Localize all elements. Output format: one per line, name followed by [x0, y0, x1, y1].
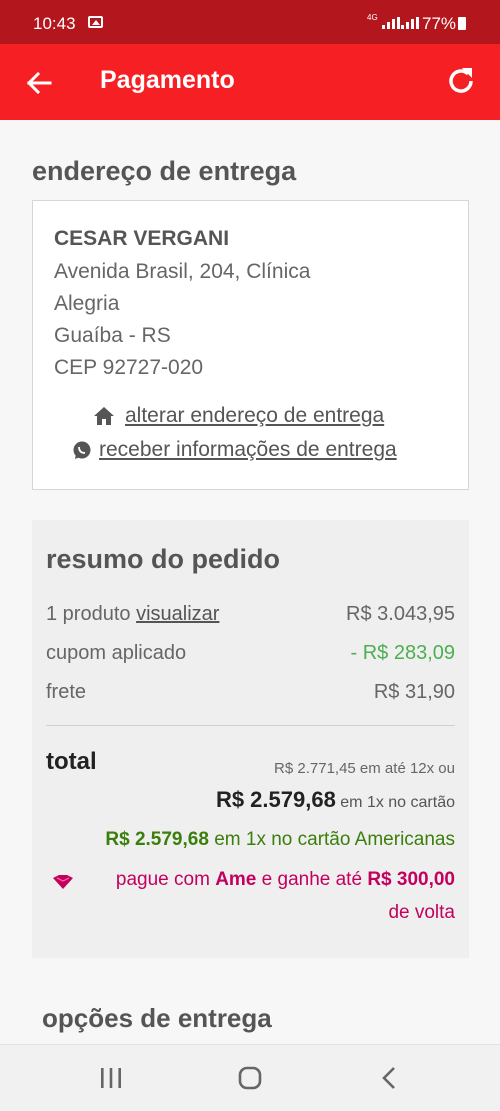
recipient-name: CESAR VERGANI — [54, 227, 230, 250]
ame-heart-icon — [53, 875, 73, 889]
total-suffix: em 1x no cartão — [340, 794, 455, 811]
back-button-icon[interactable] — [375, 1065, 405, 1091]
shipping-value: R$ 31,90 — [373, 681, 455, 703]
view-products-link[interactable]: visualizar — [136, 603, 219, 625]
ame-suffix: de volta — [388, 902, 455, 923]
address-line: Guaíba - RS — [54, 324, 171, 347]
summary-divider — [46, 725, 455, 726]
delivery-info-link[interactable]: receber informações de entrega — [99, 438, 397, 462]
americanas-card-line: R$ 2.579,68 em 1x no cartão Americanas — [105, 829, 455, 851]
shipping-label: frete — [46, 681, 87, 703]
gallery-notification-icon — [88, 16, 103, 28]
battery-icon — [458, 17, 466, 30]
installments-text: R$ 2.771,45 em até 12x ou — [274, 760, 455, 777]
ame-amount: R$ 300,00 — [367, 869, 455, 890]
products-count: 1 produto — [46, 603, 131, 625]
home-button-icon[interactable] — [235, 1065, 265, 1091]
total-label: total — [46, 748, 97, 775]
order-summary-title: resumo do pedido — [46, 544, 281, 574]
page-title: Pagamento — [100, 66, 235, 94]
total-amount: R$ 2.579,68 — [215, 787, 336, 812]
status-time: 10:43 — [33, 14, 76, 33]
coupon-label: cupom aplicado — [46, 642, 187, 664]
address-line: Avenida Brasil, 204, Clínica — [54, 260, 311, 283]
address-card: CESAR VERGANI Avenida Brasil, 204, Clíni… — [32, 200, 469, 490]
order-summary-card: resumo do pedido 1 produto visualizar R$… — [32, 520, 469, 958]
coupon-value: - R$ 283,09 — [350, 642, 455, 664]
total-price-line: R$ 2.579,68 em 1x no cartão — [216, 787, 455, 813]
whatsapp-icon — [73, 441, 91, 459]
app-bar: Pagamento — [0, 44, 500, 120]
status-bar: 10:43 4G 77% — [0, 0, 500, 44]
signal-icon-2 — [401, 17, 419, 29]
ame-cashback-line: pague com Ame e ganhe até R$ 300,00 — [116, 869, 455, 891]
ame-prefix: pague com — [115, 869, 210, 890]
address-line: Alegria — [54, 292, 120, 315]
americanas-amount: R$ 2.579,68 — [105, 829, 209, 850]
address-postal-code: CEP 92727-020 — [54, 356, 204, 379]
signal-icon — [382, 17, 400, 29]
delivery-options-title: opções de entrega — [42, 1003, 272, 1033]
refresh-icon[interactable] — [444, 64, 478, 98]
battery-percent: 77% — [422, 14, 457, 33]
products-row-label: 1 produto visualizar — [46, 603, 219, 626]
americanas-suffix: em 1x no cartão Americanas — [214, 829, 455, 850]
home-icon — [94, 407, 114, 425]
change-address-link[interactable]: alterar endereço de entrega — [125, 404, 384, 428]
products-value: R$ 3.043,95 — [346, 603, 455, 625]
recent-apps-icon[interactable] — [96, 1065, 126, 1091]
network-type: 4G — [367, 13, 378, 22]
ame-brand: Ame — [215, 869, 257, 890]
delivery-address-title: endereço de entrega — [32, 156, 297, 186]
ame-middle: e ganhe até — [261, 869, 363, 890]
back-arrow-icon[interactable] — [24, 68, 54, 98]
system-nav-bar — [0, 1044, 500, 1111]
